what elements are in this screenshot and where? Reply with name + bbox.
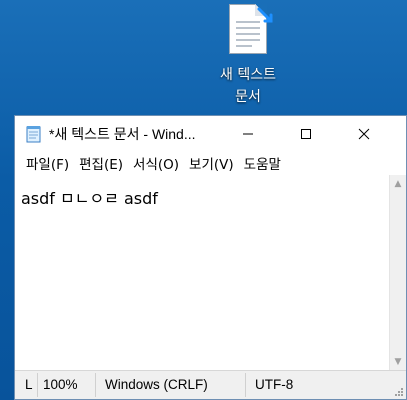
notepad-icon <box>26 125 41 142</box>
window-title: *새 텍스트 문서 - Wind... <box>49 125 196 142</box>
resize-grip-icon[interactable] <box>392 385 404 397</box>
scroll-up-icon[interactable]: ▲ <box>393 179 403 189</box>
status-divider <box>95 373 96 397</box>
vertical-scrollbar[interactable]: ▲ ▼ <box>389 175 406 371</box>
menu-bar: 파일(F) 편집(E) 서식(O) 보기(V) 도움말 <box>15 151 406 175</box>
scroll-down-icon[interactable]: ▼ <box>393 357 403 367</box>
status-zoom: 100% <box>43 377 78 392</box>
status-line-ending: Windows (CRLF) <box>105 377 208 392</box>
status-position: L <box>25 377 33 392</box>
status-divider <box>245 373 246 397</box>
editor-content: asdf ㅁㄴㅇㄹ asdf <box>21 189 158 208</box>
status-encoding: UTF-8 <box>255 377 294 392</box>
desktop-icon-new-text-document[interactable]: 새 텍스트 문서 <box>200 4 296 108</box>
minimize-button[interactable] <box>219 116 277 151</box>
notepad-window: *새 텍스트 문서 - Wind... 파일(F) 편집(E) 서식(O) 보기… <box>14 115 407 400</box>
menu-view[interactable]: 보기(V) <box>184 153 239 173</box>
close-button[interactable] <box>335 116 393 151</box>
menu-format[interactable]: 서식(O) <box>128 153 184 173</box>
desktop-icon-label-line2: 문서 <box>235 89 261 105</box>
maximize-button[interactable] <box>277 116 335 151</box>
close-icon <box>358 128 370 139</box>
menu-help[interactable]: 도움말 <box>239 153 286 173</box>
new-badge-icon <box>257 7 273 23</box>
desktop-icon-label: 새 텍스트 문서 <box>200 64 296 108</box>
status-divider <box>37 373 38 397</box>
menu-file[interactable]: 파일(F) <box>21 153 74 173</box>
maximize-icon <box>301 128 311 139</box>
title-bar[interactable]: *새 텍스트 문서 - Wind... <box>15 116 406 151</box>
desktop-icon-label-line1: 새 텍스트 <box>220 67 276 83</box>
status-bar: L 100% Windows (CRLF) UTF-8 <box>15 370 406 399</box>
menu-edit[interactable]: 편집(E) <box>74 153 128 173</box>
text-editor[interactable]: asdf ㅁㄴㅇㄹ asdf <box>15 175 390 371</box>
minimize-icon <box>243 133 253 134</box>
